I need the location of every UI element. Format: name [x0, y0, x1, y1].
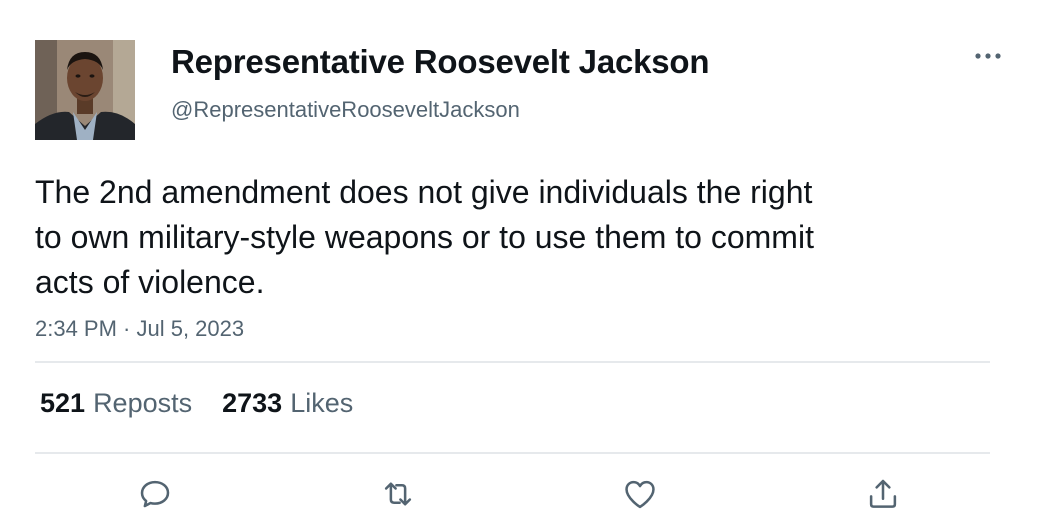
- engagement-stats: 521 Reposts 2733 Likes: [40, 388, 383, 419]
- likes-count: 2733: [222, 388, 283, 418]
- reposts-stat[interactable]: 521 Reposts: [40, 388, 192, 419]
- reply-button[interactable]: [133, 474, 177, 514]
- likes-label: Likes: [290, 388, 354, 418]
- tweet-text-line: The 2nd amendment does not give individu…: [35, 174, 813, 210]
- tweet-text-line: acts of violence.: [35, 264, 265, 300]
- reposts-count: 521: [40, 388, 86, 418]
- profile-photo-icon: [35, 40, 135, 140]
- heart-icon: [625, 480, 655, 509]
- repost-icon: [384, 482, 412, 506]
- tweet-text-line: to own military-style weapons or to use …: [35, 219, 814, 255]
- like-button[interactable]: [618, 474, 662, 514]
- more-options-button[interactable]: [968, 44, 1008, 68]
- share-icon: [869, 479, 897, 508]
- tweet-text: The 2nd amendment does not give individu…: [35, 170, 935, 305]
- author-handle[interactable]: @RepresentativeRooseveltJackson: [171, 97, 520, 123]
- divider: [35, 361, 990, 363]
- tweet-card: Representative Roosevelt Jackson @Repres…: [0, 0, 1050, 525]
- reply-icon: [140, 480, 170, 508]
- likes-stat[interactable]: 2733 Likes: [222, 388, 353, 419]
- ellipsis-icon: [975, 53, 1001, 59]
- repost-button[interactable]: [376, 474, 420, 514]
- reposts-label: Reposts: [93, 388, 193, 418]
- author-display-name[interactable]: Representative Roosevelt Jackson: [171, 43, 710, 81]
- tweet-timestamp[interactable]: 2:34 PM · Jul 5, 2023: [35, 316, 244, 342]
- divider: [35, 452, 990, 454]
- share-button[interactable]: [861, 474, 905, 514]
- avatar[interactable]: [35, 40, 135, 140]
